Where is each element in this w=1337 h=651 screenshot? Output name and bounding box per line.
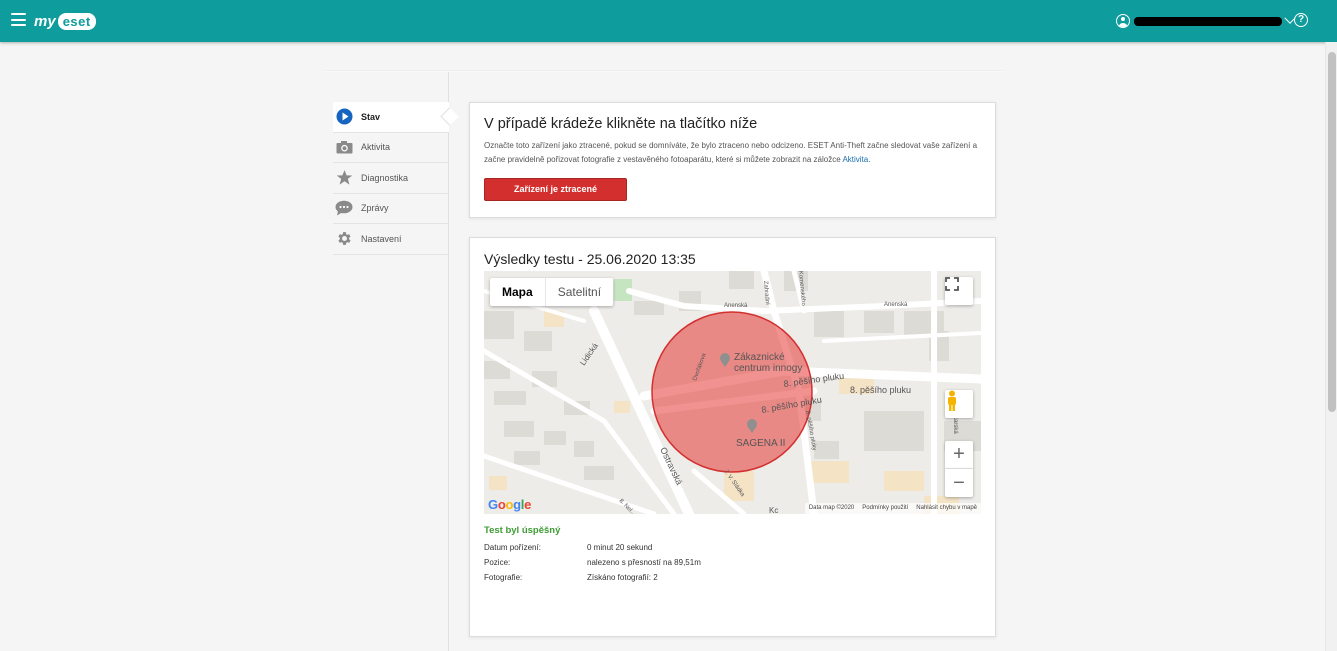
sidebar-item-label: Aktivita (361, 142, 391, 153)
device-sidebar: Stav Aktivita Diagnostika Zprávy Nastave… (333, 102, 449, 255)
map-data-copyright: Data map ©2020 (808, 505, 855, 511)
theft-card-text: Označte toto zařízení jako ztracené, pok… (484, 141, 978, 164)
test-results-title: Výsledky testu - 25.06.2020 13:35 (484, 251, 696, 267)
star-icon (335, 169, 353, 187)
device-lost-button[interactable]: Zařízení je ztracené (484, 178, 627, 201)
pegman-icon (948, 390, 956, 411)
map-attribution: Data map ©2020 Podmínky použití Nahlásit… (804, 503, 981, 514)
info-label: Fotografie: (484, 573, 523, 582)
sidebar-item-diagnostika[interactable]: Diagnostika (333, 163, 449, 194)
logo-eset-text: eset (57, 12, 96, 30)
test-results-card: Výsledky testu - 25.06.2020 13:35 Zákazn… (469, 237, 996, 637)
top-bar: my eset ? (0, 0, 1337, 42)
help-icon[interactable]: ? (1294, 13, 1308, 27)
map-canvas: Zákaznické centrum innogy SAGENA II 8. p… (484, 271, 981, 514)
sidebar-item-zpravy[interactable]: Zprávy (333, 194, 449, 224)
fullscreen-button[interactable] (945, 277, 973, 305)
sidebar-item-stav[interactable]: Stav (333, 102, 449, 133)
svg-text:Kc: Kc (769, 506, 778, 514)
user-account-menu[interactable] (1116, 12, 1296, 30)
info-value: Získáno fotografií: 2 (587, 573, 658, 582)
theft-card-description: Označte toto zařízení jako ztracené, pok… (484, 139, 984, 167)
my-eset-logo[interactable]: my eset (34, 10, 96, 32)
svg-text:SAGENA II: SAGENA II (736, 438, 785, 449)
svg-text:8. pěšího pluku: 8. pěšího pluku (850, 385, 911, 395)
sidebar-item-label: Diagnostika (361, 172, 409, 183)
sidebar-item-label: Zprávy (361, 203, 389, 214)
sidebar-item-label: Stav (361, 111, 381, 122)
map-terms-link[interactable]: Podmínky použití (858, 503, 912, 514)
info-label: Pozice: (484, 558, 511, 567)
svg-text:centrum innogy: centrum innogy (734, 363, 802, 374)
chat-bubble-icon (335, 199, 353, 217)
theft-card: V případě krádeže klikněte na tlačítko n… (469, 102, 996, 218)
map-report-error-link[interactable]: Nahlásit chybu v mapě (912, 503, 981, 514)
sidebar-item-aktivita[interactable]: Aktivita (333, 133, 449, 163)
map-type-tabs: Mapa Satelitní (490, 278, 614, 306)
zoom-out-button[interactable]: − (945, 469, 973, 497)
redacted-username (1134, 16, 1282, 26)
page-divider (325, 70, 1005, 72)
camera-icon (335, 138, 353, 156)
activity-link[interactable]: Aktivita (842, 155, 868, 164)
svg-text:Anenská: Anenská (724, 303, 748, 309)
scrollbar-thumb[interactable] (1328, 52, 1336, 412)
logo-my-text: my (34, 12, 56, 30)
page-scrollbar[interactable] (1325, 42, 1337, 651)
info-row-date: Datum pořízení: 0 minut 20 sekund (484, 543, 652, 552)
user-icon (1116, 14, 1130, 28)
info-row-position: Pozice: nalezeno s přesností na 89,51m (484, 558, 701, 567)
play-circle-icon (335, 108, 353, 126)
sidebar-item-nastaveni[interactable]: Nastavení (333, 224, 449, 255)
info-label: Datum pořízení: (484, 543, 541, 552)
test-result-status: Test byl úspěšný (484, 525, 561, 536)
street-view-button[interactable] (945, 390, 973, 418)
gear-icon (335, 230, 353, 248)
zoom-in-button[interactable]: + (945, 441, 973, 469)
info-value: nalezeno s přesností na 89,51m (587, 558, 701, 567)
svg-text:Anenská: Anenská (884, 302, 908, 308)
tab-satelitni[interactable]: Satelitní (546, 278, 613, 306)
theft-card-title: V případě krádeže klikněte na tlačítko n… (484, 116, 758, 132)
menu-icon[interactable] (11, 13, 26, 26)
svg-text:Zákaznické: Zákaznické (734, 352, 785, 363)
info-row-photos: Fotografie: Získáno fotografií: 2 (484, 573, 658, 582)
sidebar-item-label: Nastavení (361, 233, 402, 244)
svg-text:xarská: xarská (952, 416, 958, 434)
google-logo: Google (488, 497, 532, 512)
location-map[interactable]: Zákaznické centrum innogy SAGENA II 8. p… (484, 271, 981, 514)
info-value: 0 minut 20 sekund (587, 543, 653, 552)
tab-mapa[interactable]: Mapa (490, 278, 546, 306)
fullscreen-icon (945, 277, 959, 291)
theft-card-text-end: . (868, 155, 871, 164)
